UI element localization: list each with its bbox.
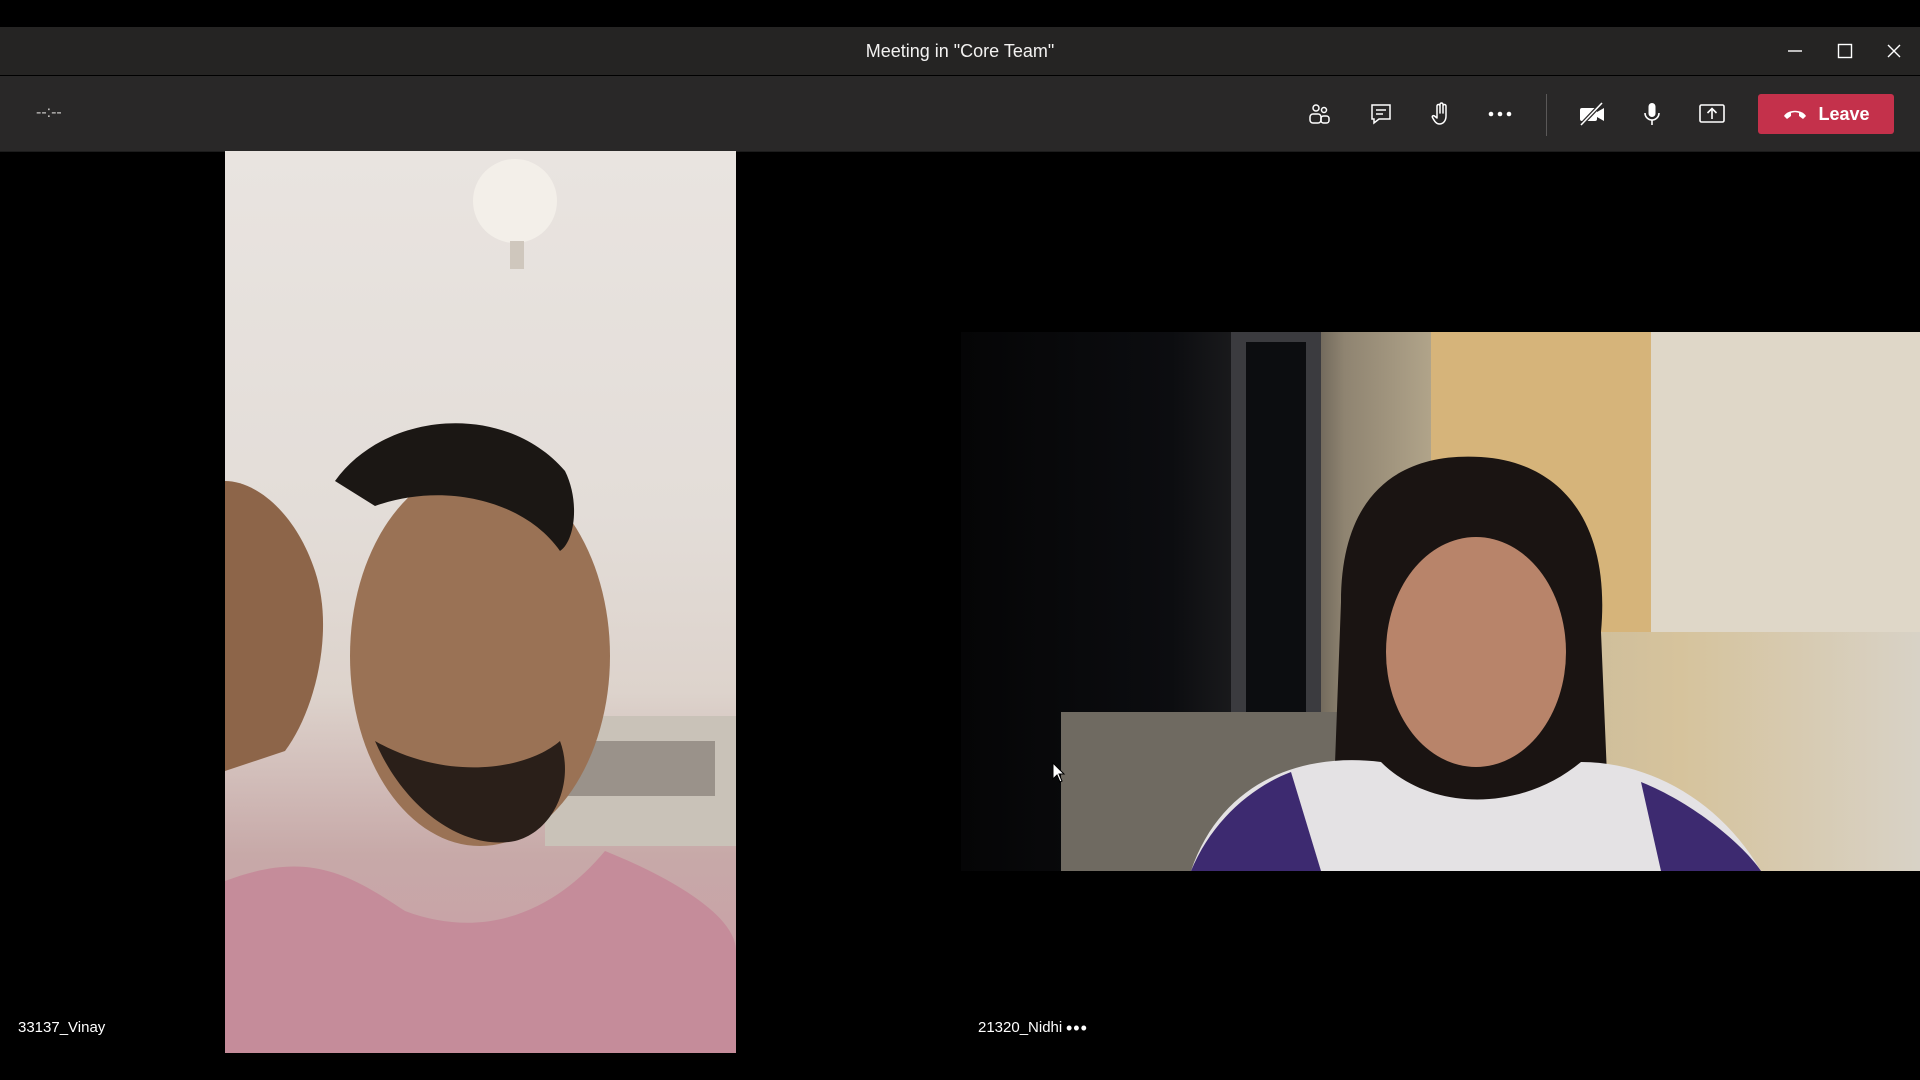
chat-button[interactable]	[1359, 92, 1403, 136]
meeting-toolbar: --:-- Leave	[0, 76, 1920, 152]
camera-off-icon	[1579, 101, 1604, 127]
hang-up-icon	[1784, 110, 1807, 119]
participant-video-2	[961, 332, 1920, 871]
microphone-button[interactable]	[1630, 92, 1674, 136]
title-bar: Meeting in "Core Team"	[0, 27, 1920, 75]
microphone-icon	[1644, 103, 1660, 125]
minimize-icon	[1788, 50, 1802, 52]
participant-name-2: 21320_Nidhi	[978, 1019, 1063, 1036]
participants-button[interactable]	[1298, 92, 1342, 136]
camera-toggle-button[interactable]	[1570, 92, 1614, 136]
participant-portrait	[1061, 332, 1920, 871]
maximize-icon	[1837, 43, 1853, 59]
share-screen-button[interactable]	[1690, 92, 1734, 136]
share-screen-icon	[1699, 104, 1725, 123]
more-actions-button[interactable]	[1478, 92, 1522, 136]
mouse-cursor-icon	[1052, 762, 1066, 783]
minimize-button[interactable]	[1778, 35, 1812, 67]
window-title: Meeting in "Core Team"	[865, 41, 1055, 61]
toolbar-divider	[1546, 94, 1547, 136]
chat-icon	[1371, 104, 1391, 125]
more-actions-icon	[1488, 111, 1512, 117]
maximize-button[interactable]	[1828, 35, 1862, 67]
leave-button[interactable]: Leave	[1758, 94, 1894, 134]
leave-label: Leave	[1818, 103, 1870, 124]
participant-2-more-options[interactable]: •••	[1066, 1018, 1088, 1039]
meeting-timer: --:--	[36, 104, 62, 121]
participants-icon	[1309, 104, 1330, 124]
participant-video-1	[225, 151, 736, 1053]
raise-hand-icon	[1431, 102, 1447, 125]
participant-name-1: 33137_Vinay	[18, 1019, 106, 1036]
participant-portrait	[225, 159, 736, 1053]
close-button[interactable]	[1877, 35, 1911, 67]
close-icon	[1887, 44, 1901, 58]
raise-hand-button[interactable]	[1419, 92, 1463, 136]
